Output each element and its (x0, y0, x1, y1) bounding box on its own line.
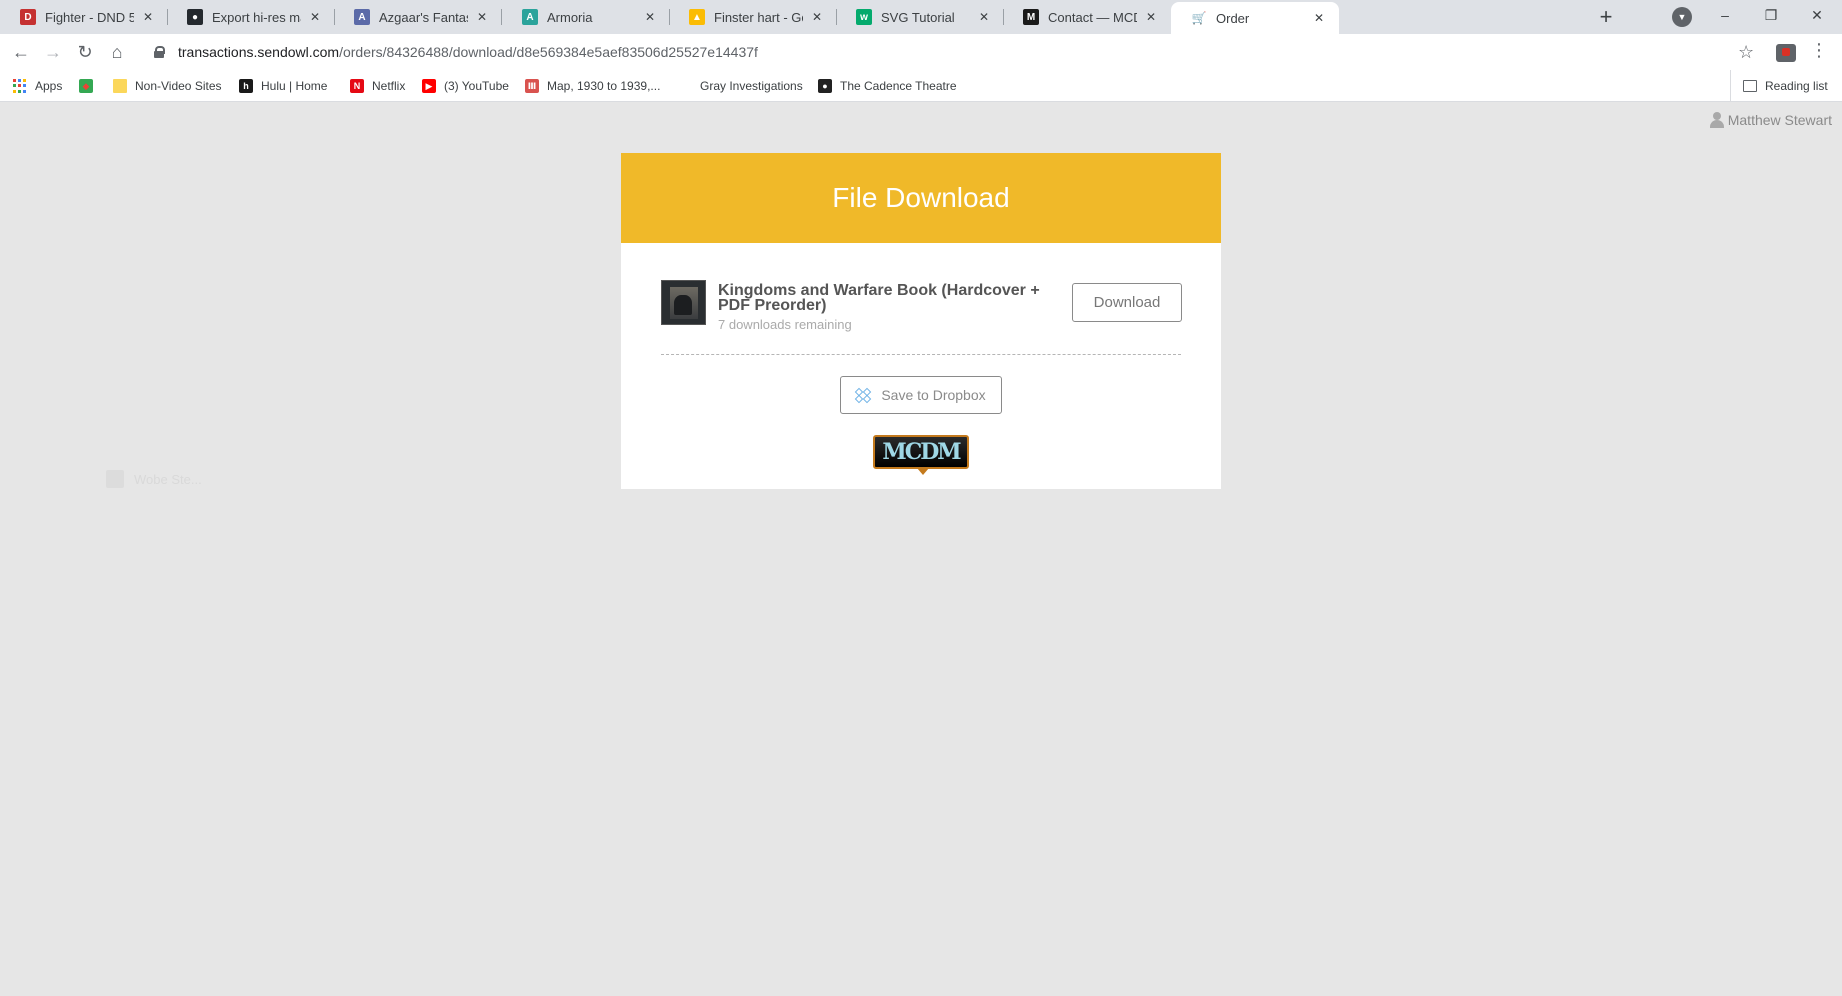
faded-popup: Wobe Ste... (106, 466, 276, 492)
tab-6[interactable]: w SVG Tutorial ✕ (836, 0, 1004, 34)
tab-close-icon[interactable]: ✕ (1143, 9, 1159, 25)
mcdm-logo-text: MCDM (882, 439, 961, 465)
tab-8[interactable]: 🛒 Order ✕ (1171, 2, 1339, 34)
tab-title: Export hi-res map · Issue (212, 9, 301, 25)
download-card: File Download Kingdoms and Warfare Book … (621, 153, 1221, 489)
bookmark-label: Hulu | Home (261, 79, 328, 93)
back-icon[interactable]: ← (9, 40, 33, 64)
chrome-menu-icon[interactable]: ⋮ (1810, 40, 1828, 61)
bookmark-label: The Cadence Theatre (840, 79, 957, 93)
reload-icon[interactable]: ↻ (73, 40, 97, 64)
bookmark-1[interactable]: Apps (13, 70, 62, 102)
tab-4[interactable]: A Armoria ✕ (502, 0, 670, 34)
tab-close-icon[interactable]: ✕ (307, 9, 323, 25)
save-to-dropbox-button[interactable]: Save to Dropbox (840, 376, 1002, 414)
tab-title: Azgaar's Fantasy Map Generator (379, 9, 468, 25)
tab-search-icon[interactable]: ▼ (1672, 7, 1692, 27)
folder-icon (113, 79, 127, 93)
bookmark-9[interactable]: ● The Cadence Theatre (818, 70, 957, 102)
user-icon (1709, 112, 1724, 128)
cart-icon: 🛒 (1191, 11, 1207, 25)
save-to-dropbox-label: Save to Dropbox (881, 387, 986, 403)
tab-title: SVG Tutorial (881, 9, 955, 25)
close-window-button[interactable]: ✕ (1794, 0, 1840, 30)
page-title: File Download (832, 182, 1010, 213)
bookmark-label: Map, 1930 to 1939,... (547, 79, 661, 93)
tab-close-icon[interactable]: ✕ (642, 9, 658, 25)
restore-button[interactable]: ❐ (1748, 0, 1794, 30)
tab-5[interactable]: ▲ Finster hart - Google Drive ✕ (669, 0, 837, 34)
map-site-icon: Ⅲ (525, 79, 539, 93)
address-bar[interactable]: transactions.sendowl.com/orders/84326488… (140, 37, 1740, 67)
tab-close-icon[interactable]: ✕ (474, 9, 490, 25)
home-icon[interactable]: ⌂ (105, 40, 129, 64)
reading-list-button[interactable]: Reading list (1730, 70, 1828, 102)
mcdm-icon: M (1023, 9, 1039, 25)
github-icon: ● (187, 9, 203, 25)
bookmark-star-icon[interactable]: ☆ (1738, 42, 1754, 63)
tab-title: Fighter - DND 5th Edition (45, 9, 134, 25)
reading-list-label: Reading list (1765, 79, 1828, 93)
tab-close-icon[interactable]: ✕ (140, 9, 156, 25)
minimize-button[interactable]: – (1702, 0, 1748, 30)
bookmark-label: Non-Video Sites (135, 79, 222, 93)
tab-close-icon[interactable]: ✕ (809, 9, 825, 25)
dropbox-icon (855, 387, 872, 404)
lock-icon[interactable] (154, 46, 165, 58)
tab-title: Finster hart - Google Drive (714, 9, 803, 25)
url-text[interactable]: transactions.sendowl.com/orders/84326488… (178, 44, 758, 60)
forward-icon[interactable]: → (41, 40, 65, 64)
tab-2[interactable]: ● Export hi-res map · Issue ✕ (167, 0, 335, 34)
bookmark-4[interactable]: h Hulu | Home (239, 70, 327, 102)
product-thumbnail (661, 280, 706, 325)
bookmark-8[interactable]: Gray Investigations (700, 70, 803, 102)
bookmark-label: Apps (35, 79, 63, 93)
downloads-remaining: 7 downloads remaining (718, 317, 852, 332)
faded-popup-icon (106, 470, 124, 488)
google-maps-icon: ◆ (79, 79, 93, 93)
bookmark-6[interactable]: ▶ (3) YouTube (422, 70, 509, 102)
tab-close-icon[interactable]: ✕ (976, 9, 992, 25)
tab-strip: D Fighter - DND 5th Edition ✕ ● Export hi-re… (0, 0, 1842, 34)
cadence-theatre-icon: ● (818, 79, 832, 93)
netflix-icon: N (350, 79, 364, 93)
tab-title: Armoria (547, 9, 593, 25)
azgaar-icon: A (354, 9, 370, 25)
user-name: Matthew Stewart (1727, 112, 1832, 128)
product-title: Kingdoms and Warfare Book (Hardcover + P… (718, 282, 1040, 314)
bookmark-label: Gray Investigations (700, 79, 803, 93)
tab-1[interactable]: D Fighter - DND 5th Edition ✕ (0, 0, 168, 34)
hulu-icon: h (239, 79, 253, 93)
user-menu[interactable]: Matthew Stewart (1709, 112, 1832, 128)
divider (661, 354, 1181, 355)
download-button[interactable]: Download (1072, 283, 1182, 322)
tab-3[interactable]: A Azgaar's Fantasy Map Generator ✕ (334, 0, 502, 34)
google-drive-icon: ▲ (689, 9, 705, 25)
download-item: Kingdoms and Warfare Book (Hardcover + P… (661, 280, 1182, 350)
tab-title: Order (1216, 10, 1250, 26)
new-tab-button[interactable]: + (1594, 4, 1618, 29)
bookmark-label: (3) YouTube (444, 79, 509, 93)
card-header: File Download (621, 153, 1221, 243)
tab-close-icon[interactable]: ✕ (1311, 10, 1327, 26)
apps-grid-icon (13, 79, 27, 93)
reading-list-icon (1743, 80, 1757, 92)
extension-icon[interactable] (1776, 44, 1796, 62)
youtube-icon: ▶ (422, 79, 436, 93)
bookmark-3[interactable]: Non-Video Sites (113, 70, 222, 102)
tab-title: Contact — MCDM Productions (1048, 9, 1137, 25)
w3schools-icon: w (856, 9, 872, 25)
tab-7[interactable]: M Contact — MCDM Productions ✕ (1003, 0, 1171, 34)
bookmark-label: Netflix (372, 79, 406, 93)
bookmark-5[interactable]: N Netflix (350, 70, 405, 102)
bookmarks-bar: Apps ◆ Non-Video Sites h Hulu | Home N Netflix… (0, 70, 1842, 102)
dndbeyond-icon: D (20, 9, 36, 25)
browser-toolbar: ← → ↻ ⌂ transactions.sendowl.com/orders/… (0, 34, 1842, 70)
faded-popup-label: Wobe Ste... (134, 471, 202, 487)
bookmark-7[interactable]: Ⅲ Map, 1930 to 1939,... (525, 70, 660, 102)
bookmark-2[interactable]: ◆ (79, 70, 101, 102)
mcdm-logo[interactable]: MCDM (873, 435, 969, 475)
armoria-icon: A (522, 9, 538, 25)
